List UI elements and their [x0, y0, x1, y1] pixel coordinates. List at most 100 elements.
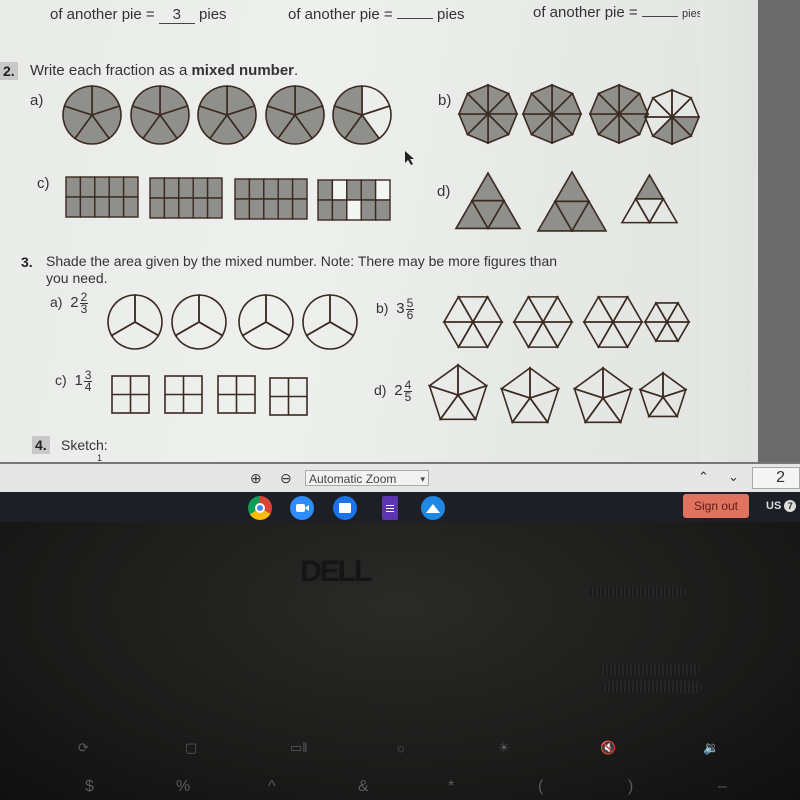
status-tray[interactable]: US 7 [766, 500, 797, 512]
function-key[interactable]: ⟳ [78, 740, 89, 756]
slice [654, 302, 680, 324]
question-3-figures [107, 294, 691, 425]
zoom-select[interactable]: Automatic Zoom ▾ [305, 470, 429, 486]
chrome-app-icon[interactable] [248, 496, 272, 520]
function-key[interactable]: ▭‖ [290, 740, 308, 756]
number-row-key[interactable]: * [448, 778, 454, 796]
square-figure [217, 375, 256, 414]
slice [643, 321, 669, 343]
number-row-key[interactable]: % [176, 778, 190, 796]
zoom-value: Automatic Zoom [309, 472, 397, 486]
slice [512, 295, 545, 323]
chevron-down-icon: ▾ [420, 474, 425, 484]
gallery-app-icon[interactable] [421, 496, 445, 520]
chevron-down-icon[interactable]: ⌄ [728, 469, 739, 485]
slice [499, 366, 531, 400]
chevron-up-icon[interactable]: ⌃ [698, 469, 709, 485]
dell-logo: DELL [300, 555, 372, 588]
slice [442, 295, 475, 323]
circle-thirds-figure [302, 294, 358, 350]
os-shelf [0, 492, 800, 522]
slice [471, 295, 504, 323]
slice [174, 321, 224, 350]
hexagon-figure [442, 295, 504, 349]
pentagon-figure [638, 371, 688, 419]
slice [302, 294, 331, 337]
mouse-cursor-icon [405, 151, 414, 165]
slice [305, 321, 355, 350]
square-figure [111, 375, 150, 414]
zoom-in-icon[interactable]: ⊕ [250, 470, 262, 487]
number-row-key[interactable]: $ [85, 778, 94, 796]
circle-thirds-figure [107, 294, 163, 350]
laptop-bezel [0, 522, 800, 800]
number-row-key[interactable]: ( [538, 778, 543, 796]
slice [527, 320, 559, 348]
slice [510, 396, 550, 424]
slice [110, 321, 160, 350]
number-row-key[interactable]: – [718, 778, 727, 796]
slice [611, 295, 644, 323]
screen: of another pie = 3 pies of another pie =… [0, 0, 800, 520]
slice [638, 371, 664, 399]
slice [241, 321, 291, 350]
slice [471, 321, 504, 349]
number-row-key[interactable]: & [358, 778, 369, 796]
notification-badge: 7 [784, 500, 797, 512]
slice [572, 366, 604, 400]
slice [541, 295, 574, 323]
function-key[interactable]: 🔉 [703, 740, 719, 756]
slice [597, 320, 629, 348]
slice [583, 396, 623, 424]
slice [527, 296, 559, 324]
hexagon-figure [643, 301, 691, 343]
slice [512, 321, 545, 349]
slice [238, 294, 267, 337]
function-key[interactable]: ☼ [395, 740, 407, 755]
circle-thirds-figure [238, 294, 294, 350]
question-4-text: Sketch: [61, 437, 108, 453]
pentagon-figure [427, 363, 489, 422]
zoom-out-icon[interactable]: ⊖ [280, 470, 292, 487]
slice [438, 393, 478, 421]
speaker-grille [602, 681, 702, 693]
hexagon-figure [582, 295, 644, 349]
function-key[interactable]: ☀ [498, 740, 510, 756]
slice [457, 320, 489, 348]
slice [597, 296, 629, 324]
circle-thirds-figure [171, 294, 227, 350]
hexagon-figure [512, 295, 574, 349]
square-figure [164, 375, 203, 414]
slice [611, 321, 644, 349]
function-key[interactable]: ▢ [185, 740, 197, 756]
slice [107, 294, 136, 337]
slice [654, 320, 680, 342]
pentagon-figure [499, 366, 561, 425]
files-app-icon[interactable] [333, 496, 357, 520]
slice [665, 321, 691, 343]
number-row-key[interactable]: ^ [268, 778, 276, 796]
square-figure [269, 377, 308, 416]
question-4-number: 4. [32, 436, 50, 454]
slice [457, 296, 489, 324]
slice [171, 294, 200, 337]
slice [582, 321, 615, 349]
page-number-input[interactable]: 2 [752, 467, 800, 489]
speaker-grille [600, 663, 700, 675]
viewer-background [758, 0, 800, 462]
number-row-key[interactable]: ) [628, 778, 633, 796]
forms-app-icon[interactable] [382, 496, 398, 520]
sign-out-button[interactable]: Sign out [683, 494, 749, 518]
slice [427, 363, 459, 397]
slice [582, 295, 615, 323]
zoom-app-icon[interactable] [290, 496, 314, 520]
slice [643, 301, 669, 323]
pdf-document: of another pie = 3 pies of another pie =… [0, 0, 760, 462]
slice [665, 301, 691, 323]
function-key[interactable]: 🔇 [600, 740, 616, 756]
slice [541, 321, 574, 349]
question-4-partial: 1 [97, 453, 103, 462]
speaker-grille [590, 586, 686, 598]
slice [647, 395, 679, 418]
locale-indicator: US [766, 500, 782, 512]
